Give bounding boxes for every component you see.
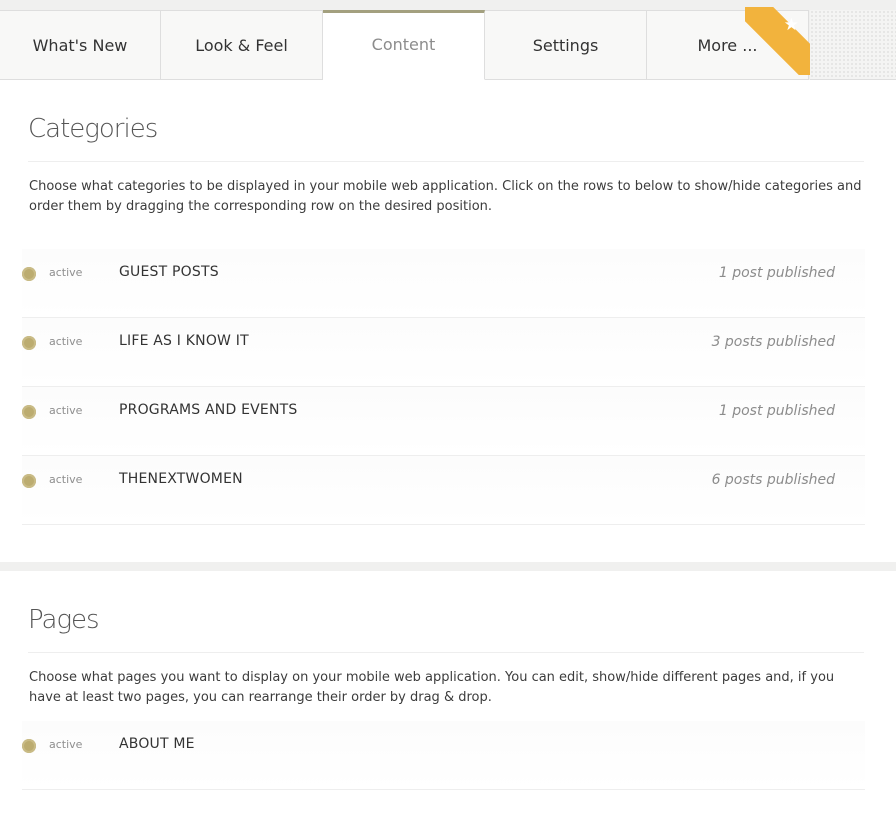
status-dot-icon[interactable] [22, 405, 36, 419]
status-dot-icon[interactable] [22, 267, 36, 281]
section-description: Choose what pages you want to display on… [29, 670, 835, 705]
divider [28, 652, 864, 653]
post-count: 1 post published [718, 265, 835, 281]
page-name: ABOUT ME [119, 736, 195, 752]
tab-look-and-feel[interactable]: Look & Feel [161, 10, 323, 80]
divider [28, 161, 864, 162]
category-name: LIFE AS I KNOW IT [119, 333, 249, 349]
post-count: 6 posts published [711, 472, 835, 488]
tab-whats-new[interactable]: What's New [0, 10, 161, 80]
status-dot-icon[interactable] [22, 474, 36, 488]
category-row[interactable]: active THENEXTWOMEN 6 posts published [22, 456, 865, 525]
categories-panel: Categories Choose what categories to be … [0, 80, 896, 562]
category-name: GUEST POSTS [119, 264, 219, 280]
status-dot-icon[interactable] [22, 336, 36, 350]
tab-settings[interactable]: Settings [485, 10, 647, 80]
tab-bar: What's New Look & Feel Content Settings … [0, 7, 811, 80]
tab-bar-filler [810, 10, 896, 80]
status-label: active [49, 335, 83, 348]
tab-label: Settings [532, 35, 599, 55]
tab-content[interactable]: Content [323, 10, 485, 80]
corner-ribbon: ★ [745, 7, 811, 75]
section-title: Pages [28, 605, 100, 635]
section-title: Categories [28, 114, 158, 144]
tab-label: Look & Feel [195, 35, 288, 55]
category-row[interactable]: active GUEST POSTS 1 post published [22, 249, 865, 318]
tab-label: Content [371, 34, 436, 54]
section-description: Choose what categories to be displayed i… [29, 179, 862, 214]
page-row[interactable]: active ABOUT ME [22, 721, 865, 790]
category-row[interactable]: active LIFE AS I KNOW IT 3 posts publish… [22, 318, 865, 387]
category-name: THENEXTWOMEN [119, 471, 243, 487]
category-name: PROGRAMS AND EVENTS [119, 402, 298, 418]
post-count: 1 post published [718, 403, 835, 419]
star-icon: ★ [783, 15, 799, 35]
pages-panel: Pages Choose what pages you want to disp… [0, 571, 896, 826]
status-dot-icon[interactable] [22, 739, 36, 753]
status-label: active [49, 404, 83, 417]
category-row[interactable]: active PROGRAMS AND EVENTS 1 post publis… [22, 387, 865, 456]
status-label: active [49, 738, 83, 751]
status-label: active [49, 473, 83, 486]
tab-more[interactable]: More ... ★ [647, 7, 811, 80]
post-count: 3 posts published [711, 334, 835, 350]
tab-label: What's New [32, 35, 128, 55]
status-label: active [49, 266, 83, 279]
